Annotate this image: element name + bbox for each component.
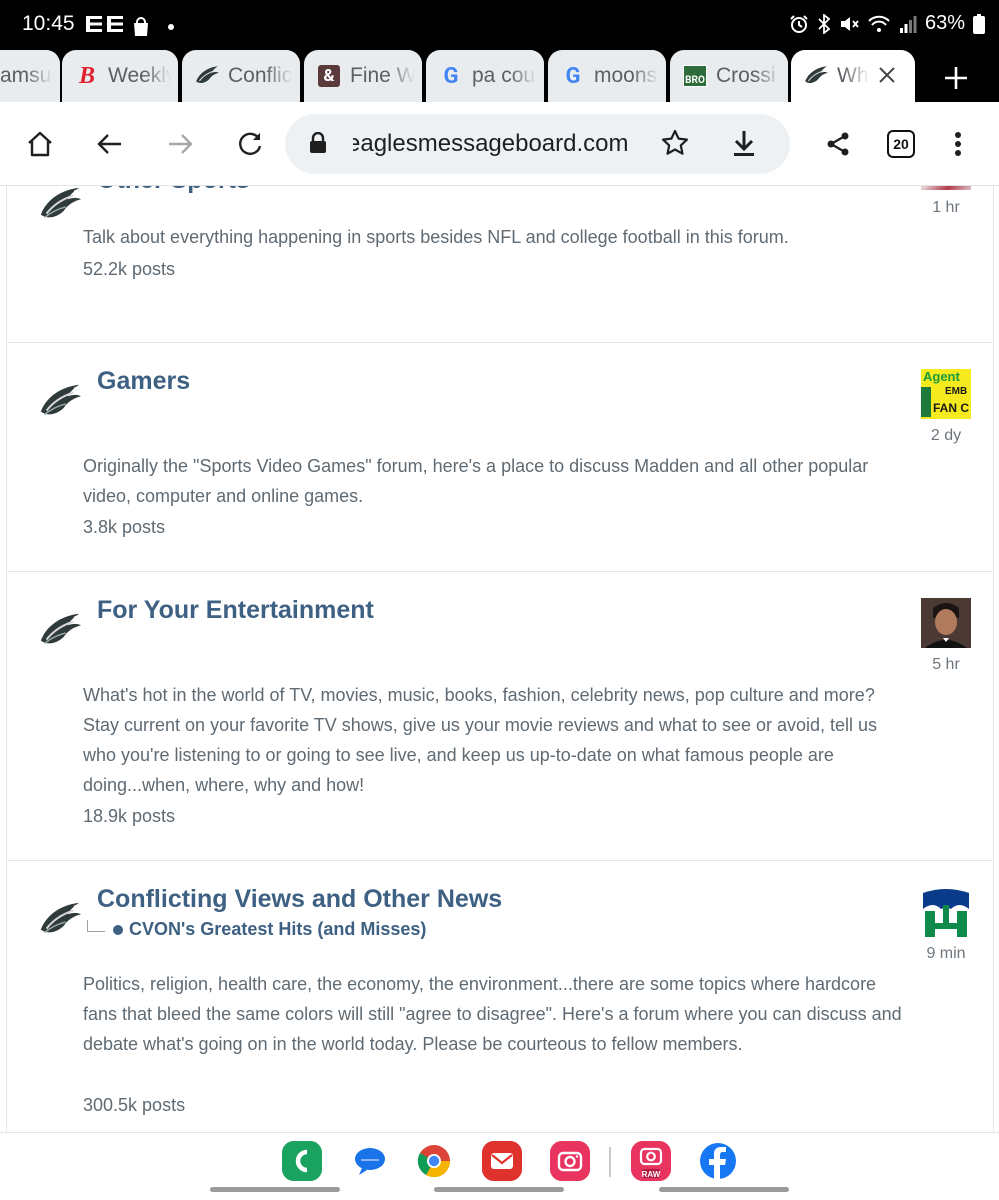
nav-handle-center[interactable] [434,1187,564,1192]
last-post-time: 2 dy [930,427,962,444]
google-icon: G [443,63,459,89]
more-options-icon[interactable] [938,124,978,164]
post-count: 18.9k posts [83,806,176,826]
post-count: 52.2k posts [83,259,176,279]
chrome-app-icon[interactable] [414,1141,454,1181]
bro-icon: BRO [682,63,708,89]
eagle-logo-icon [40,902,82,934]
mute-icon [840,16,859,31]
google-icon: G [565,63,581,89]
email-app-icon[interactable] [482,1141,522,1181]
bluetooth-icon [818,13,831,34]
whalers-logo-avatar[interactable] [921,887,971,937]
alarm-icon [790,14,808,33]
dock-separator [609,1147,611,1177]
status-bar: 10:45 63% [0,0,999,50]
espn-icon [86,14,126,39]
facebook-app-icon[interactable] [698,1141,738,1181]
tab-conflicting[interactable]: Conflic [182,50,300,102]
eagle-favicon-icon [803,63,829,89]
nav-handle-left[interactable] [210,1187,340,1192]
tab-fine-w[interactable]: & Fine W [304,50,422,102]
home-icon[interactable] [20,124,60,164]
last-post-time: 1 hr [932,199,960,216]
forum-list: Other Sports 3 1 hr Talk about everythin… [6,186,994,1132]
battery-icon [973,13,985,34]
eagle-logo-icon [40,384,82,416]
last-post-time: 5 hr [932,656,960,673]
forward-icon[interactable] [160,124,200,164]
post-count: 3.8k posts [83,517,166,537]
forum-title-link[interactable]: Gamers [97,367,190,396]
eagle-logo-icon [40,613,82,645]
tab-count-button[interactable]: 20 [887,130,915,158]
messages-app-icon[interactable] [350,1141,390,1181]
battery-percent: 63% [924,12,965,34]
address-bar[interactable]: eaglesmessageboard.com [285,114,790,174]
forum-description: What's hot in the world of TV, movies, m… [83,685,878,795]
camera-app-icon[interactable] [550,1141,590,1181]
forum-description: Politics, religion, health care, the eco… [83,974,902,1054]
forum-description: Originally the "Sports Video Games" foru… [83,456,869,506]
tab-weekly[interactable]: B Weekly [62,50,178,102]
tab-crossing[interactable]: BRO Crossi [670,50,788,102]
wifi-icon [868,15,890,32]
phone-app-icon[interactable] [282,1141,322,1181]
back-icon[interactable] [90,124,130,164]
reload-icon[interactable] [230,124,270,164]
last-post-time: 9 min [926,945,966,962]
more-notifications-dot [168,23,174,30]
browser-toolbar: eaglesmessageboard.com [0,102,999,186]
lock-icon[interactable] [309,131,327,158]
tab-strip: amsu B Weekly Conflic & Fine W G pa cou … [0,50,999,102]
signal-icon [899,15,917,33]
forum-row-gamers[interactable]: Gamers Agent EMB FAN C 2 dy Originally t… [7,343,993,572]
url-text: eaglesmessageboard.com [353,130,629,157]
eagle-favicon-icon [194,63,220,89]
user-avatar[interactable]: Agent EMB FAN C [921,369,971,419]
forum-row-entertainment[interactable]: For Your Entertainment 5 hr What's hot i… [7,572,993,861]
status-time: 10:45 [22,12,75,35]
share-icon[interactable] [818,124,858,164]
user-avatar[interactable]: 3 [921,186,971,190]
forum-row-conflicting-views[interactable]: Conflicting Views and Other News CVON's … [7,861,993,1132]
tab-moons[interactable]: G moons [548,50,666,102]
system-status: 63% [789,12,985,35]
tab-amsu[interactable]: amsu [0,50,60,102]
subforum-link[interactable]: CVON's Greatest Hits (and Misses) [87,919,426,940]
post-count: 300.5k posts [83,1095,186,1115]
new-tab-icon[interactable] [943,58,969,101]
b-logo-icon: B [78,62,95,89]
forum-title-link[interactable]: Conflicting Views and Other News [97,885,502,914]
tab-active[interactable]: Wh [791,50,915,102]
forum-title-link[interactable]: For Your Entertainment [97,596,374,625]
tab-pa-cou[interactable]: G pa cou [426,50,544,102]
ampersand-icon: & [316,63,342,89]
forum-description: Talk about everything happening in sport… [83,227,789,247]
subforum-tree-icon [87,919,105,932]
forum-title-link[interactable]: Other Sports [97,186,250,195]
raw-camera-app-icon[interactable]: RAW [631,1141,671,1181]
nav-handle-right[interactable] [659,1187,789,1192]
user-avatar[interactable] [921,598,971,648]
download-icon[interactable] [731,128,757,162]
subforum-bullet-icon [113,924,123,935]
forum-row-other-sports[interactable]: Other Sports 3 1 hr Talk about everythin… [7,186,993,343]
bookmark-star-icon[interactable] [660,128,690,162]
eagle-logo-icon [40,187,82,219]
notification-icons [86,14,174,39]
close-tab-icon[interactable] [877,62,897,92]
shopping-bag-icon [132,16,150,37]
